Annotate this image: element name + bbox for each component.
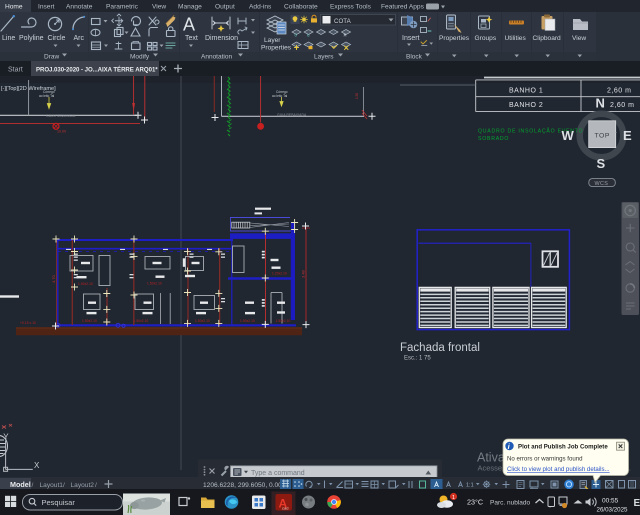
svg-text:1206.6228, 299.6050, 0.0000: 1206.6228, 299.6050, 0.0000 — [203, 482, 289, 489]
svg-text:Model: Model — [10, 480, 31, 489]
svg-text:View: View — [572, 35, 586, 42]
svg-text:W: W — [562, 128, 575, 143]
svg-text:Layer: Layer — [264, 37, 281, 44]
svg-text:E: E — [623, 128, 632, 143]
svg-text:Groups: Groups — [475, 35, 497, 42]
svg-text:Block: Block — [406, 54, 423, 61]
svg-text:3.48: 3.48 — [300, 269, 305, 278]
svg-text:Polyline: Polyline — [19, 35, 44, 42]
svg-text:/: / — [63, 482, 65, 489]
svg-text:BANHO 1: BANHO 1 — [509, 87, 543, 94]
svg-text:1:1: 1:1 — [466, 483, 474, 489]
svg-text:/: / — [95, 482, 97, 489]
svg-text:Parametric: Parametric — [106, 4, 139, 11]
svg-text:X: X — [34, 461, 40, 470]
svg-text:2,60 m: 2,60 m — [607, 87, 631, 94]
svg-text:Manage: Manage — [178, 4, 202, 11]
svg-text:26/03/2025: 26/03/2025 — [597, 507, 629, 514]
svg-text:No errors or warnings found: No errors or warnings found — [507, 455, 583, 462]
svg-text:/: / — [32, 482, 34, 489]
svg-text:BANHO 2: BANHO 2 — [509, 102, 543, 109]
svg-text:GUIA REBAIXADA: GUIA REBAIXADA — [46, 114, 76, 118]
svg-text:1.50x2.10: 1.50x2.10 — [78, 282, 93, 286]
svg-text:Insert: Insert — [38, 4, 55, 11]
svg-text:GUIA REBAIXADA: GUIA REBAIXADA — [277, 113, 307, 117]
svg-text:Pesquisar: Pesquisar — [42, 498, 76, 507]
svg-text:Annotation: Annotation — [201, 54, 232, 61]
svg-text:Draw: Draw — [44, 54, 59, 61]
svg-text:Parc. nublado: Parc. nublado — [490, 500, 530, 507]
svg-text:COTA: COTA — [334, 18, 352, 25]
svg-text:1.50x2.10: 1.50x2.10 — [82, 319, 97, 323]
svg-text:Layout2: Layout2 — [71, 482, 95, 489]
svg-text:1.50: 1.50 — [355, 93, 359, 99]
svg-text:ao leito Tal: ao leito Tal — [272, 94, 287, 98]
svg-text:Y: Y — [3, 433, 9, 442]
svg-text:TOP: TOP — [595, 133, 610, 140]
svg-text:4.70: 4.70 — [51, 274, 56, 283]
svg-text:Output: Output — [215, 4, 235, 11]
svg-text:10.00: 10.00 — [57, 130, 66, 134]
svg-text:1.50x2.10: 1.50x2.10 — [240, 319, 255, 323]
svg-text:WCS: WCS — [595, 181, 609, 187]
svg-text:PROJ.030-2020 - JO...AIXA TÉRR: PROJ.030-2020 - JO...AIXA TÉRRE ARQ01* — [36, 66, 158, 74]
svg-text:23°C: 23°C — [467, 498, 483, 507]
svg-text:Dimension: Dimension — [205, 35, 238, 42]
svg-text:Modify: Modify — [130, 54, 150, 61]
svg-text:Arc: Arc — [74, 35, 85, 42]
svg-text:1.50x2.10: 1.50x2.10 — [195, 319, 210, 323]
svg-text:N: N — [596, 96, 605, 111]
svg-text:A: A — [183, 15, 195, 35]
svg-text:Circle: Circle — [48, 35, 66, 42]
svg-text:Properties: Properties — [261, 45, 292, 52]
svg-text:Insert: Insert — [402, 35, 420, 42]
svg-text:1.50x2.10: 1.50x2.10 — [276, 319, 291, 323]
svg-text:Utilities: Utilities — [505, 35, 527, 42]
svg-text:Collaborate: Collaborate — [284, 4, 318, 11]
svg-text:24 19: 24 19 — [302, 226, 310, 230]
svg-text:1.50x2.10: 1.50x2.10 — [147, 282, 162, 286]
svg-text:Click to view plot and publish: Click to view plot and publish details..… — [507, 466, 610, 473]
svg-text:Layers: Layers — [314, 54, 334, 61]
svg-text:E: E — [634, 498, 640, 509]
svg-text:Clipboard: Clipboard — [533, 35, 562, 42]
svg-text:Line: Line — [2, 35, 15, 42]
svg-text:1.20x2.10: 1.20x2.10 — [272, 272, 287, 276]
svg-text:Add-ins: Add-ins — [249, 4, 272, 11]
svg-text:S: S — [597, 156, 606, 171]
svg-text:Esc.: 1 75: Esc.: 1 75 — [404, 356, 431, 362]
svg-text:View: View — [152, 4, 166, 11]
svg-text:Plot and Publish Job Complete: Plot and Publish Job Complete — [518, 443, 608, 450]
svg-text:Annotate: Annotate — [66, 4, 93, 11]
svg-text:Layout1: Layout1 — [40, 482, 64, 489]
svg-text:Express Tools: Express Tools — [330, 4, 372, 11]
svg-text:-: - — [615, 130, 617, 136]
svg-text:Fachada frontal: Fachada frontal — [400, 342, 480, 354]
svg-text:00:55: 00:55 — [602, 498, 619, 505]
svg-text:Type a command: Type a command — [251, 470, 305, 477]
svg-text:Featured Apps: Featured Apps — [381, 4, 425, 11]
svg-text:SOBRADO: SOBRADO — [478, 136, 509, 142]
svg-text:2,60 m: 2,60 m — [610, 102, 634, 109]
svg-text:Properties: Properties — [439, 35, 470, 42]
svg-text:cad: cad — [282, 506, 288, 511]
svg-text:Start: Start — [8, 67, 23, 74]
svg-text:+0.15 x.10: +0.15 x.10 — [20, 321, 36, 325]
svg-text:ao leito Tal: ao leito Tal — [39, 94, 54, 98]
svg-text:Text: Text — [185, 35, 198, 42]
svg-text:1: 1 — [452, 495, 455, 501]
svg-text:1.50x2.10: 1.50x2.10 — [134, 319, 149, 323]
svg-text:Home: Home — [5, 4, 23, 11]
